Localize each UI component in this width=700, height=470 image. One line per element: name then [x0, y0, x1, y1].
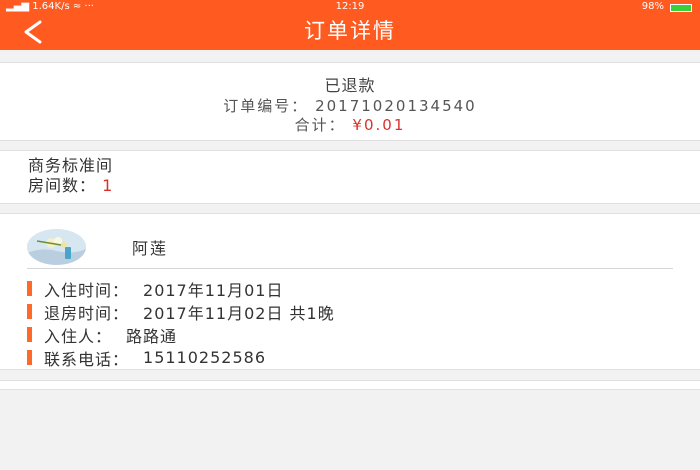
phone-row: 联系电话： 15110252586: [27, 346, 335, 369]
order-status: 已退款: [324, 76, 376, 95]
phone-label: 联系电话：: [44, 349, 130, 369]
order-total-label: 合计：: [294, 116, 346, 134]
status-bar: ▂▄▆ 1.64K/s ≈ ··· 12:19 98%: [0, 0, 700, 13]
guest-name: 阿莲: [132, 239, 169, 258]
order-summary: 已退款 订单编号： 20171020134540 合计： ¥0.01: [0, 62, 700, 141]
check-in-value: 2017年11月01日: [143, 280, 284, 300]
stay-details: 入住时间： 2017年11月01日 退房时间： 2017年11月02日 共1晚 …: [27, 277, 335, 369]
order-total-line: 合计： ¥0.01: [0, 116, 700, 135]
clock: 12:19: [335, 1, 365, 12]
occupant-label: 入住人：: [44, 326, 113, 346]
bottom-strip: [0, 380, 700, 390]
room-type: 商务标准间: [28, 156, 114, 175]
row-marker: [27, 281, 32, 296]
order-number-line: 订单编号： 20171020134540: [0, 97, 700, 116]
row-marker: [27, 350, 32, 365]
guest-header: 阿莲: [27, 223, 168, 271]
check-out-row: 退房时间： 2017年11月02日 共1晚: [27, 300, 335, 323]
check-in-row: 入住时间： 2017年11月01日: [27, 277, 335, 300]
check-out-value: 2017年11月02日 共1晚: [143, 303, 335, 323]
order-number-label: 订单编号：: [223, 97, 309, 115]
guest-row: 入住人： 路路通: [27, 323, 335, 346]
row-marker: [27, 304, 32, 319]
header-bar: 订单详情: [0, 13, 700, 50]
room-count: 1: [102, 176, 114, 195]
check-in-label: 入住时间：: [44, 280, 130, 300]
check-out-label: 退房时间：: [44, 303, 130, 323]
room-count-label: 房间数：: [28, 176, 97, 195]
avatar: [27, 229, 86, 265]
room-count-line: 房间数： 1: [28, 176, 700, 196]
battery-icon: [670, 3, 692, 12]
order-total: ¥0.01: [352, 116, 406, 134]
row-marker: [27, 327, 32, 342]
order-number: 20171020134540: [315, 97, 477, 115]
occupant-value: 路路通: [126, 326, 178, 346]
divider: [27, 268, 673, 269]
guest-info: 阿莲 入住时间： 2017年11月01日 退房时间： 2017年11月02日 共…: [0, 213, 700, 370]
battery-level: 98%: [641, 1, 664, 12]
page-title: 订单详情: [304, 19, 396, 43]
status-right: 98%: [642, 0, 692, 13]
phone-value[interactable]: 15110252586: [143, 348, 266, 367]
room-info: 商务标准间 房间数： 1: [0, 150, 700, 204]
